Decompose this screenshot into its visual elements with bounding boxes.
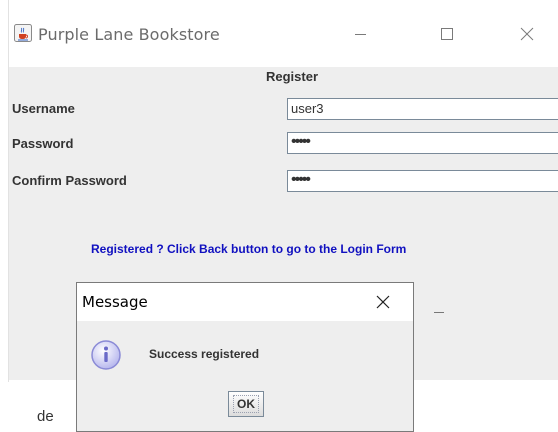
close-button[interactable] (504, 18, 550, 50)
title-bar[interactable]: Purple Lane Bookstore (0, 0, 558, 67)
username-label: Username (12, 101, 75, 116)
confirm-password-label: Confirm Password (12, 173, 127, 188)
maximize-icon (441, 28, 453, 40)
password-label: Password (12, 136, 74, 151)
confirm-password-input[interactable]: ••••• (287, 170, 558, 192)
minimize-button[interactable] (337, 18, 383, 50)
form-heading: Register (265, 69, 319, 84)
ok-button[interactable]: OK (228, 391, 264, 417)
minimize-icon (355, 34, 366, 35)
dialog-title-bar[interactable]: Message (77, 283, 413, 321)
dialog-title: Message (82, 293, 148, 311)
partial-element (434, 312, 444, 313)
back-to-login-hint: Registered ? Click Back button to go to … (91, 242, 407, 256)
dialog-close-button[interactable] (366, 287, 400, 317)
maximize-button[interactable] (423, 18, 469, 50)
password-input[interactable]: ••••• (287, 132, 558, 154)
info-icon (90, 339, 122, 371)
window-title: Purple Lane Bookstore (38, 25, 220, 44)
close-icon (520, 27, 534, 41)
ok-button-label: OK (233, 395, 259, 413)
java-cup-icon (14, 24, 32, 42)
background-text: de (37, 408, 54, 425)
username-input[interactable]: user3 (287, 98, 558, 120)
message-dialog: Message Success registered OK (76, 282, 414, 432)
dialog-message: Success registered (149, 347, 260, 361)
window-left-border (8, 0, 9, 382)
close-icon (376, 295, 390, 309)
